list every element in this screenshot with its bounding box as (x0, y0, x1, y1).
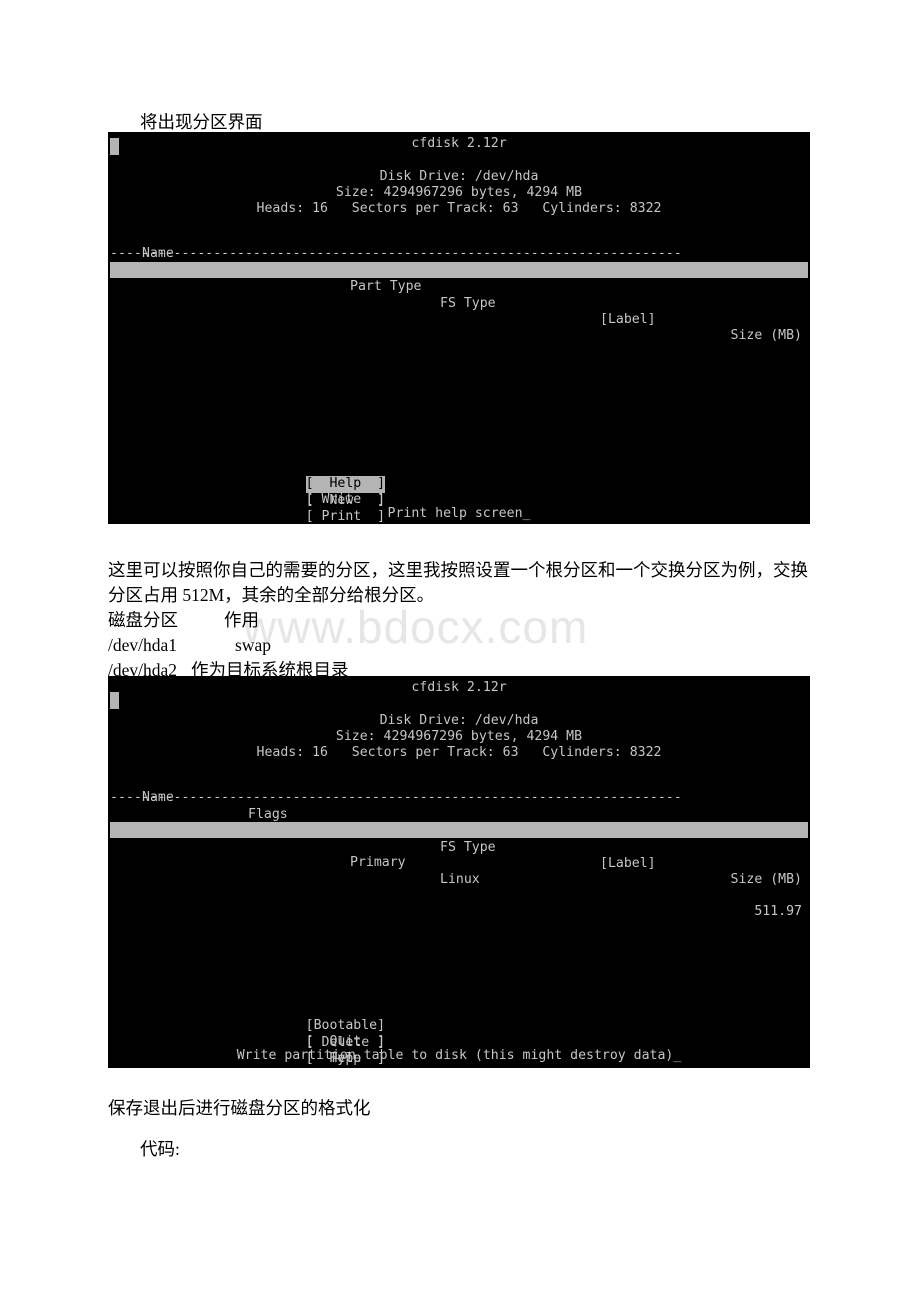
terminal2-disk-drive: Disk Drive: /dev/hda (379, 713, 539, 728)
terminal1-geometry: Heads: 16 Sectors per Track: 63 Cylinder… (256, 201, 662, 216)
row-size: 4294.96 (746, 360, 802, 376)
row-part-type: Pri/Log (350, 311, 406, 327)
mapping-row1-purpose: swap (235, 635, 271, 655)
mapping-row1-partition: /dev/hda1 (108, 635, 178, 655)
row-fs-type: Free Space (440, 327, 520, 343)
document-page: www.bdocx.com 将出现分区界面 cfdisk 2.12r Disk … (0, 0, 920, 1302)
mapping-row-hda2: /dev/hda2 作为目标系统根目录 (108, 658, 608, 683)
mapping-row-hda1: /dev/hda1 swap (108, 633, 508, 658)
column-header-size: Size (MB) (730, 328, 802, 344)
row-fs-type: Linux (440, 871, 480, 887)
column-header-fs-type: FS Type (440, 295, 496, 311)
units-button[interactable]: [ Units ] (306, 1067, 385, 1068)
terminal2-size: Size: 4294967296 bytes, 4294 MB (335, 729, 583, 744)
column-header-fs-type: FS Type (440, 839, 496, 855)
row-size: 511.97 (754, 904, 802, 920)
row-part-type: Primary (350, 871, 406, 887)
cfdisk-terminal-after-partition[interactable]: cfdisk 2.12r Disk Drive: /dev/hda Size: … (108, 676, 810, 1068)
terminal1-disk-drive: Disk Drive: /dev/hda (379, 169, 539, 184)
terminal2-table-separator: ----------------------------------------… (110, 790, 682, 805)
table-row[interactable]: hda2 Primary Linux 3782.99 (110, 822, 808, 935)
terminal1-table-separator: ----------------------------------------… (110, 246, 682, 261)
explanation-paragraph: 这里可以按照你自己的需要的分区，这里我按照设置一个根分区和一个交换分区为例，交换… (108, 560, 808, 605)
after-text: 保存退出后进行磁盘分区的格式化 (108, 1098, 371, 1118)
mapping-row2-purpose: 作为目标系统根目录 (191, 660, 349, 680)
mapping-table-header: 磁盘分区 作用 (108, 608, 508, 633)
column-header-label: [Label] (600, 312, 656, 328)
terminal1-status-line: Print help screen_ (387, 506, 531, 521)
table-row[interactable]: Pri/Log Free Space 4294.96 (110, 262, 808, 375)
row-fs-type: Linux (440, 887, 480, 903)
terminal1-table-header: Name Flags Part Type FS Type [Label] Siz… (110, 230, 808, 343)
column-header-size: Size (MB) (730, 872, 802, 888)
column-header-part-type: Part Type (350, 279, 422, 295)
terminal2-geometry: Heads: 16 Sectors per Track: 63 Cylinder… (256, 745, 662, 760)
cfdisk-terminal-initial[interactable]: cfdisk 2.12r Disk Drive: /dev/hda Size: … (108, 132, 810, 524)
mapping-header-purpose: 作用 (224, 610, 259, 630)
row-size: 3782.99 (746, 920, 802, 936)
row-part-type: Primary (350, 855, 406, 871)
terminal2-status-line: Write partition table to disk (this migh… (236, 1048, 682, 1063)
table-row[interactable]: hda1 Primary Linux 511.97 (110, 806, 808, 919)
row-name: hda2 (142, 838, 174, 854)
code-label: 代码: (140, 1139, 180, 1159)
terminal1-title: cfdisk 2.12r (411, 136, 507, 151)
terminal2-table-header: Name Flags Part Type FS Type [Label] Siz… (110, 774, 808, 887)
mapping-header-partition: 磁盘分区 (108, 610, 178, 630)
terminal1-size: Size: 4294967296 bytes, 4294 MB (335, 185, 583, 200)
intro-text: 将出现分区界面 (140, 112, 263, 132)
column-header-label: [Label] (600, 856, 656, 872)
mapping-row2-partition: /dev/hda2 (108, 660, 178, 680)
